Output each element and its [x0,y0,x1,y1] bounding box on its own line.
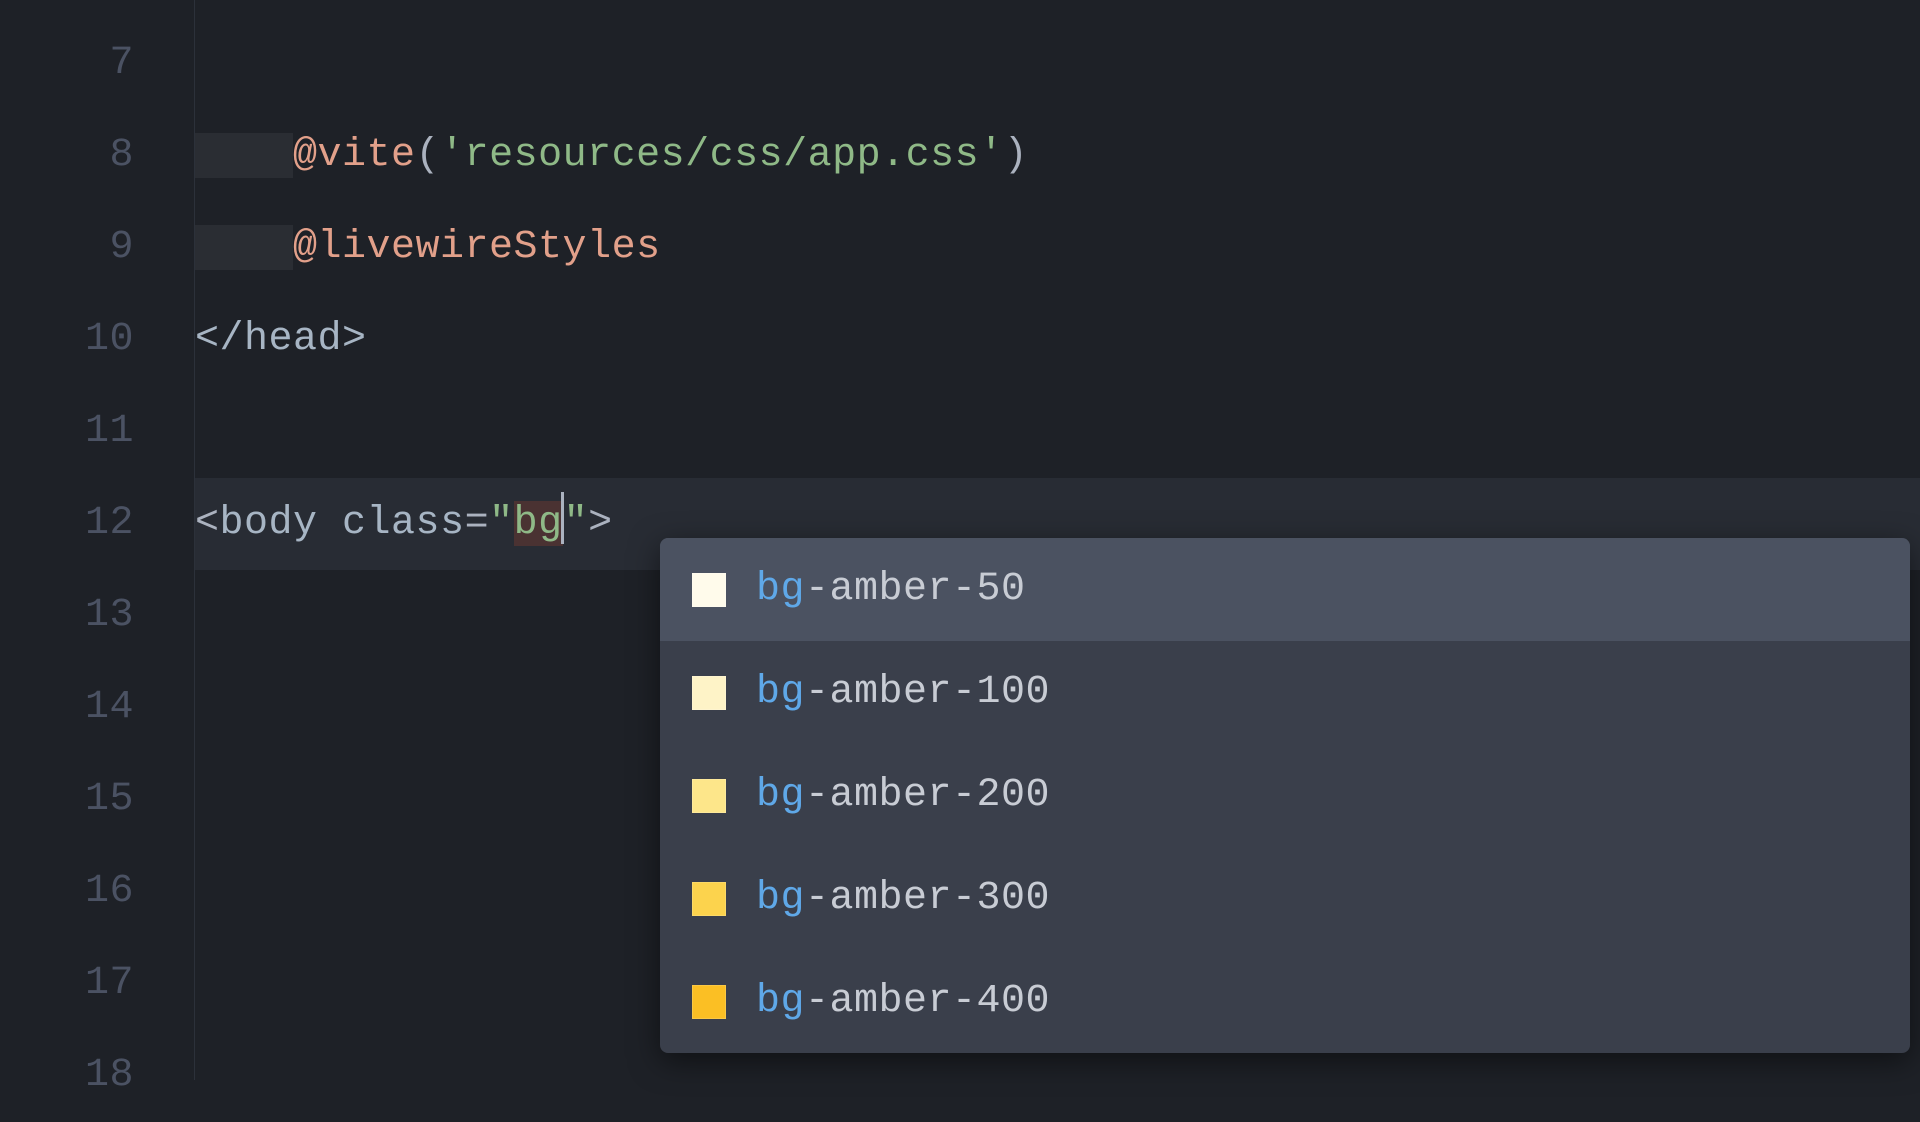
line-number: 10 [0,294,194,386]
autocomplete-match: bg [756,670,805,715]
line-number: 7 [0,18,194,110]
line-gutter: 7 8 9 10 11 12 13 14 15 16 17 18 [0,0,195,1080]
code-editor: 7 8 9 10 11 12 13 14 15 16 17 18 @vite('… [0,0,1920,1080]
autocomplete-item[interactable]: bg-amber-300 [660,847,1910,950]
line-number: 12 [0,478,194,570]
autocomplete-match: bg [756,876,805,921]
autocomplete-rest: -amber-200 [805,773,1050,818]
line-number: 18 [0,1030,194,1122]
autocomplete-match: bg [756,773,805,818]
autocomplete-item[interactable]: bg-amber-50 [660,538,1910,641]
autocomplete-item[interactable]: bg-amber-200 [660,744,1910,847]
line-number: 17 [0,938,194,1030]
autocomplete-item[interactable]: bg-amber-100 [660,641,1910,744]
line-number: 9 [0,202,194,294]
autocomplete-item[interactable]: bg-amber-400 [660,950,1910,1053]
code-line[interactable]: </head> [195,294,1920,386]
code-line[interactable]: @vite('resources/css/app.css') [195,110,1920,202]
code-area[interactable]: @vite('resources/css/app.css') @livewire… [195,0,1920,1080]
text-cursor [561,492,564,544]
code-line[interactable] [195,386,1920,478]
line-number: 16 [0,846,194,938]
color-swatch-icon [692,779,726,813]
autocomplete-match: bg [756,567,805,612]
autocomplete-rest: -amber-50 [805,567,1026,612]
line-number: 14 [0,662,194,754]
autocomplete-rest: -amber-300 [805,876,1050,921]
color-swatch-icon [692,985,726,1019]
autocomplete-match: bg [756,979,805,1024]
line-number: 15 [0,754,194,846]
autocomplete-rest: -amber-400 [805,979,1050,1024]
code-line[interactable]: @livewireStyles [195,202,1920,294]
color-swatch-icon [692,882,726,916]
color-swatch-icon [692,573,726,607]
color-swatch-icon [692,676,726,710]
code-line[interactable] [195,18,1920,110]
line-number: 8 [0,110,194,202]
autocomplete-popup[interactable]: bg-amber-50bg-amber-100bg-amber-200bg-am… [660,538,1910,1053]
autocomplete-rest: -amber-100 [805,670,1050,715]
line-number: 13 [0,570,194,662]
line-number: 11 [0,386,194,478]
